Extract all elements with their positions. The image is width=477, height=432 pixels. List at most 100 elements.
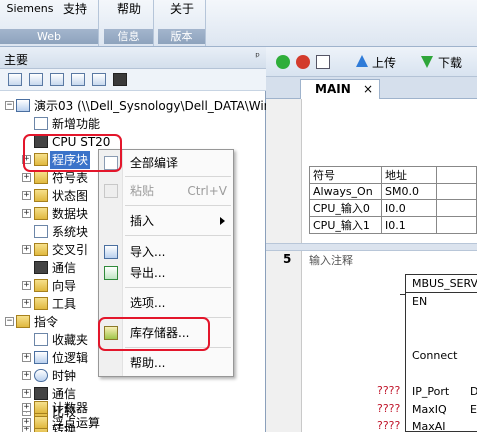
close-icon[interactable]: × [363, 80, 373, 98]
table-cell-empty [436, 183, 477, 200]
collapse-icon[interactable]: − [5, 101, 14, 110]
pin-icon[interactable]: ᵖ [255, 50, 260, 63]
param-unknown[interactable]: ???? [377, 402, 400, 415]
address-header: 地址 [381, 166, 437, 184]
network-gutter-top [266, 99, 302, 243]
expand-icon[interactable]: + [22, 353, 31, 362]
table-cell-empty [436, 199, 477, 217]
table-cell[interactable]: Always_On [309, 183, 382, 200]
block-title-divider [406, 292, 477, 293]
download-icon[interactable] [421, 56, 433, 68]
folder-icon [34, 189, 48, 202]
expand-icon[interactable]: + [22, 371, 31, 380]
view-icon-3[interactable] [50, 73, 64, 86]
help-button[interactable]: 帮助 [109, 0, 149, 26]
instructions-icon [16, 315, 30, 328]
param-unknown[interactable]: ???? [377, 419, 400, 432]
clock-icon [34, 369, 48, 382]
import-icon [104, 245, 118, 259]
ribbon-group-version: 关于 版本 [158, 0, 206, 46]
communication-icon [34, 261, 48, 274]
download-button[interactable]: 下载 [438, 54, 462, 71]
comm-instr-icon [34, 387, 48, 400]
upload-button[interactable]: 上传 [372, 54, 396, 71]
symbol-header: 符号 [309, 166, 382, 184]
editor-tab-bar: MAIN × [266, 77, 477, 99]
ribbon-caption-info: 信息 [104, 29, 153, 44]
folder-icon [34, 171, 48, 184]
pin-ip-port: IP_Port [412, 385, 450, 398]
menu-item-insert[interactable]: 插入 [99, 211, 233, 231]
menu-separator [125, 235, 231, 236]
upload-icon[interactable] [356, 55, 368, 67]
menu-item-options[interactable]: 选项... [99, 293, 233, 313]
pin-en: EN [412, 295, 428, 308]
table-cell[interactable]: I0.1 [381, 216, 437, 234]
menu-item-export[interactable]: 导出... [99, 263, 233, 283]
pane-toolbar [0, 69, 266, 91]
expand-icon[interactable]: + [22, 281, 31, 290]
counter-icon [34, 401, 48, 414]
table-cell[interactable]: SM0.0 [381, 183, 437, 200]
pin-maxiq: MaxIQ [412, 403, 447, 416]
pin-maxai: MaxAI [412, 420, 446, 432]
network-gutter [266, 251, 302, 432]
view-icon-1[interactable] [8, 73, 22, 86]
view-icon-4[interactable] [71, 73, 85, 86]
editor-toolbar: 上传 下载 [266, 47, 477, 77]
output-letter: E [470, 403, 477, 416]
ribbon: Siemens 支持 Web 帮助 信息 关于 版本 [0, 0, 477, 47]
table-cell[interactable]: CPU_输入1 [309, 216, 382, 234]
bit-logic-icon [34, 351, 48, 364]
expand-icon[interactable]: + [22, 173, 31, 182]
expand-icon[interactable]: + [22, 403, 31, 412]
menu-item-import[interactable]: 导入... [99, 242, 233, 262]
float-icon [34, 416, 48, 429]
stop-icon[interactable] [296, 55, 310, 69]
table-cell[interactable]: CPU_输入0 [309, 199, 382, 217]
ribbon-caption-version: 版本 [158, 29, 205, 44]
expand-icon[interactable]: + [22, 299, 31, 308]
menu-item-paste[interactable]: 粘贴 Ctrl+V [99, 181, 233, 201]
ribbon-caption-web: Web [0, 29, 98, 44]
tools-icon [34, 297, 48, 310]
network-comment[interactable]: 输入注释 [309, 252, 353, 268]
siemens-button[interactable]: Siemens [6, 0, 54, 26]
new-features-icon [34, 117, 48, 130]
param-unknown[interactable]: ???? [377, 384, 400, 397]
expand-icon[interactable]: + [22, 389, 31, 398]
expand-icon[interactable]: + [22, 191, 31, 200]
view-icon-6[interactable] [113, 73, 127, 86]
output-letter: D [470, 385, 477, 398]
highlight-program-block [23, 134, 122, 172]
menu-separator [125, 205, 231, 206]
block-title: MBUS_SERV [412, 277, 477, 290]
expand-icon[interactable]: + [22, 245, 31, 254]
pane-header: 主要 ᵖ [0, 47, 266, 69]
menu-item-help[interactable]: 帮助... [99, 353, 233, 373]
wizard-icon [34, 279, 48, 292]
expand-icon[interactable]: + [22, 209, 31, 218]
ribbon-group-web: Siemens 支持 Web [0, 0, 99, 46]
compile-icon[interactable] [316, 55, 330, 69]
menu-separator [125, 287, 231, 288]
ribbon-group-info: 帮助 信息 [104, 0, 154, 46]
power-rail-wire [400, 294, 405, 295]
support-button[interactable]: 支持 [58, 0, 92, 26]
symbol-table: 符号 地址 Always_On SM0.0 CPU_输入0 I0.0 CPU_输… [309, 166, 477, 234]
table-cell-empty [436, 216, 477, 234]
tab-main-label: MAIN [315, 82, 351, 96]
menu-separator [125, 176, 231, 177]
network-number: 5 [283, 252, 292, 266]
collapse-icon[interactable]: − [5, 317, 14, 326]
table-cell[interactable]: I0.0 [381, 199, 437, 217]
mbus-block[interactable]: MBUS_SERV EN Connect IP_Port MaxIQ MaxAI… [405, 274, 477, 432]
about-button[interactable]: 关于 [162, 0, 202, 26]
view-icon-5[interactable] [92, 73, 106, 86]
favorites-icon [34, 333, 48, 346]
view-icon-2[interactable] [29, 73, 43, 86]
tab-main[interactable]: MAIN × [300, 79, 380, 99]
run-icon[interactable] [276, 55, 290, 69]
expand-icon[interactable]: + [22, 418, 31, 427]
project-icon [16, 99, 30, 112]
